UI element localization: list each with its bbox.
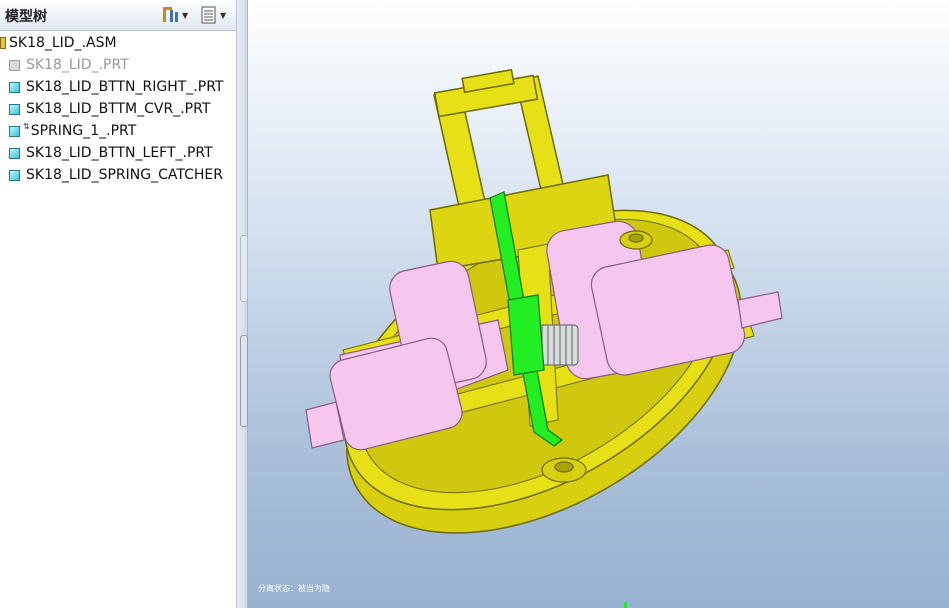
tree-item-label: SK18_LID_BTTN_RIGHT_.PRT xyxy=(26,79,224,95)
tree-item-label: SK18_LID_BTTM_CVR_.PRT xyxy=(26,101,211,117)
tree-settings-icon xyxy=(163,7,178,22)
spring[interactable] xyxy=(537,324,579,366)
tree-item-assembly[interactable]: SK18_LID_.ASM xyxy=(0,32,236,54)
panel-splitter[interactable] xyxy=(236,0,248,608)
tree-show-icon xyxy=(201,6,216,24)
flexible-mark-icon: ⇅ xyxy=(23,121,30,131)
splitter-handle[interactable] xyxy=(240,235,248,302)
status-message: 分离状态：被当为隐 xyxy=(258,584,330,593)
model-tree-header: 模型树 ▼ ▼ xyxy=(0,0,236,31)
graphics-window[interactable]: 分离状态：被当为隐 xyxy=(248,0,949,608)
tree-item-part[interactable]: ⇅ SPRING_1_.PRT xyxy=(0,120,236,142)
origin-marker xyxy=(624,602,627,608)
part-icon xyxy=(9,59,20,71)
tree-item-part[interactable]: SK18_LID_BTTN_RIGHT_.PRT xyxy=(0,76,236,98)
part-icon xyxy=(9,147,20,159)
tree-item-part[interactable]: SK18_LID_BTTM_CVR_.PRT xyxy=(0,98,236,120)
tree-item-part[interactable]: SK18_LID_SPRING_CATCHER xyxy=(0,164,236,186)
tree-item-label: SK18_LID_.ASM xyxy=(9,35,117,51)
model-tree-panel: 模型树 ▼ ▼ SK18_LID_.ASM SK18_LID_.PRT SK18… xyxy=(0,0,236,608)
part-icon xyxy=(9,125,20,137)
part-icon xyxy=(9,103,20,115)
tree-settings-button[interactable]: ▼ xyxy=(162,5,188,25)
tree-item-label: SPRING_1_.PRT xyxy=(30,123,137,139)
splitter-handle[interactable] xyxy=(240,335,248,427)
tree-show-button[interactable]: ▼ xyxy=(200,5,226,25)
chevron-down-icon: ▼ xyxy=(220,10,227,20)
part-icon xyxy=(9,81,20,93)
model-tree-list: SK18_LID_.ASM SK18_LID_.PRT SK18_LID_BTT… xyxy=(0,32,236,186)
part-icon xyxy=(9,169,20,181)
chevron-down-icon: ▼ xyxy=(182,10,189,20)
tree-item-label: SK18_LID_SPRING_CATCHER xyxy=(26,167,223,183)
tree-item-part[interactable]: SK18_LID_.PRT xyxy=(0,54,236,76)
tree-item-part[interactable]: SK18_LID_BTTN_LEFT_.PRT xyxy=(0,142,236,164)
model-tree-title: 模型树 xyxy=(5,9,47,25)
tree-item-label: SK18_LID_BTTN_LEFT_.PRT xyxy=(26,145,213,161)
lid-assembly-model[interactable] xyxy=(248,0,949,608)
assembly-icon xyxy=(0,37,6,49)
tree-item-label: SK18_LID_.PRT xyxy=(26,57,129,73)
